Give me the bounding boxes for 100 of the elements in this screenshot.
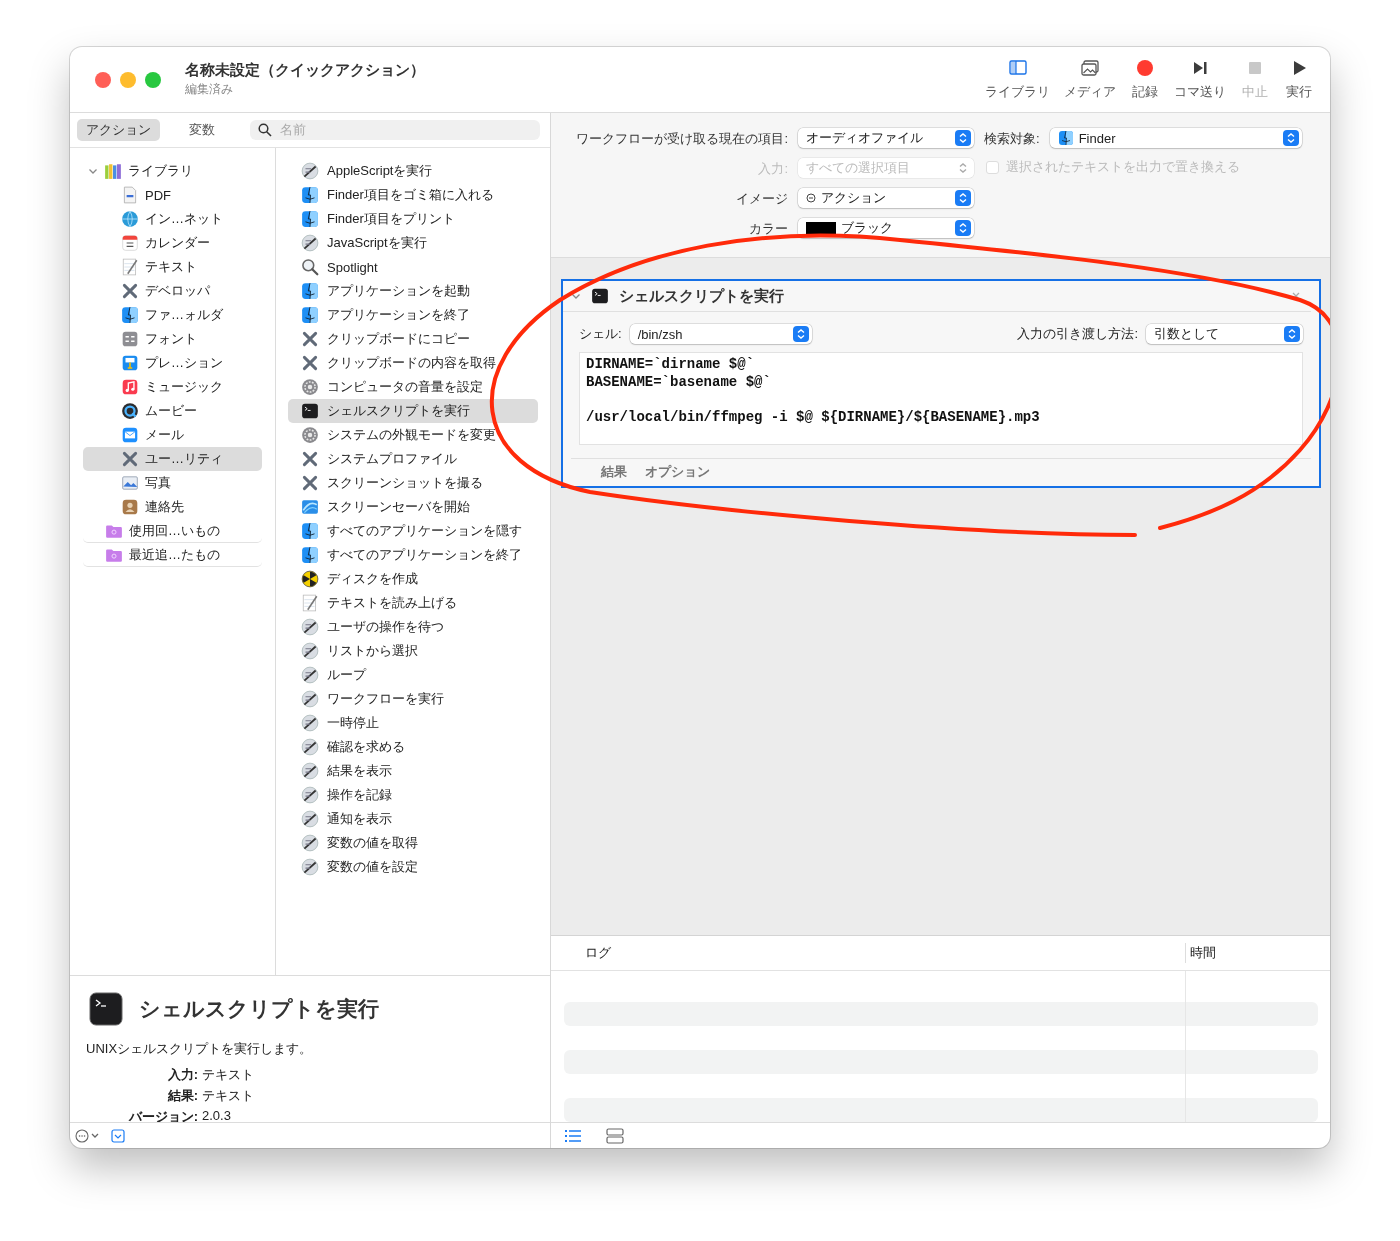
books-icon — [104, 162, 122, 180]
zoom-button[interactable] — [145, 71, 161, 88]
action-item[interactable]: 結果を表示 — [288, 759, 538, 783]
tab[interactable]: アクション — [77, 119, 160, 141]
dropdown[interactable]: /bin/zsh — [629, 324, 812, 344]
action-item[interactable]: Finder項目をゴミ箱に入れる — [288, 183, 538, 207]
library-item[interactable]: 最近追…たもの — [83, 543, 262, 567]
action-item[interactable]: アプリケーションを終了 — [288, 303, 538, 327]
sidebar-icon — [1007, 58, 1028, 78]
record-icon — [1135, 58, 1155, 78]
action-item[interactable]: クリップボードにコピー — [288, 327, 538, 351]
color-swatch — [806, 222, 836, 234]
library-item[interactable]: カレンダー — [83, 231, 262, 255]
split-view-icon[interactable] — [606, 1127, 624, 1144]
screensaver-icon — [301, 498, 319, 516]
finder-face-icon — [1057, 130, 1074, 146]
crossed-tools-icon — [301, 330, 319, 348]
chevrons-icon — [1284, 326, 1300, 342]
tab[interactable]: 変数 — [180, 119, 224, 141]
magnifier-icon — [301, 258, 319, 276]
library-item[interactable]: 写真 — [83, 471, 262, 495]
action-item[interactable]: 変数の値を取得 — [288, 831, 538, 855]
field-label: カラー — [748, 220, 788, 238]
toolbar-button[interactable]: 実行 — [1284, 58, 1314, 101]
dropdown[interactable]: Finder — [1049, 128, 1302, 148]
library-item[interactable]: ミュージック — [83, 375, 262, 399]
action-item[interactable]: コンピュータの音量を設定 — [288, 375, 538, 399]
checkbox-icon[interactable] — [111, 1128, 125, 1143]
toolbar-button[interactable]: コマ送り — [1174, 58, 1226, 101]
action-item[interactable]: すべてのアプリケーションを終了 — [288, 543, 538, 567]
library-item[interactable]: メール — [83, 423, 262, 447]
library-item[interactable]: ユー…リティ — [83, 447, 262, 471]
action-item[interactable]: システムプロファイル — [288, 447, 538, 471]
field-label: ワークフローが受け取る現在の項目: — [575, 130, 788, 148]
action-item[interactable]: スクリーンセーバを開始 — [288, 495, 538, 519]
action-item[interactable]: 一時停止 — [288, 711, 538, 735]
library-item[interactable]: フォント — [83, 327, 262, 351]
library-item[interactable]: 使用回…いもの — [83, 519, 262, 543]
action-item[interactable]: AppleScriptを実行 — [288, 159, 538, 183]
library-item[interactable]: ファ…ォルダ — [83, 303, 262, 327]
chevrons-icon — [792, 326, 809, 342]
action-item[interactable]: Spotlight — [288, 255, 538, 279]
search-icon — [258, 123, 272, 137]
tab[interactable]: オプション — [645, 463, 710, 481]
script-editor[interactable]: DIRNAME=`dirname $@` BASENAME=`basename $@` /usr/local/bin/ffmpeg -i $@ ${DIRNAME}/${BASENAME}.mp3 — [579, 352, 1303, 445]
calendar-icon — [121, 234, 139, 252]
toolbar-button[interactable]: 記録 — [1130, 58, 1160, 101]
action-item[interactable]: JavaScriptを実行 — [288, 231, 538, 255]
library-item[interactable]: デベロッパ — [83, 279, 262, 303]
library-item[interactable]: プレ…ション — [83, 351, 262, 375]
script-icon — [301, 714, 319, 732]
chevrons-icon — [955, 130, 971, 146]
script-icon — [301, 690, 319, 708]
library-item[interactable]: イン…ネット — [83, 207, 262, 231]
disclosure-chevron-icon — [88, 166, 98, 176]
dropdown[interactable]: 引数として — [1146, 324, 1303, 344]
window-title: 名称未設定（クイックアクション） — [185, 61, 426, 80]
action-item[interactable]: リストから選択 — [288, 639, 538, 663]
toolbar-button[interactable]: ライブラリ — [985, 58, 1050, 101]
script-icon — [301, 810, 319, 828]
action-item[interactable]: システムの外観モードを変更 — [288, 423, 538, 447]
list-view-icon[interactable] — [564, 1128, 582, 1143]
action-item[interactable]: クリップボードの内容を取得 — [288, 351, 538, 375]
terminal-icon — [89, 992, 123, 1026]
crossed-tools-icon — [301, 474, 319, 492]
terminal-icon — [591, 287, 609, 305]
dropdown[interactable]: オーディオファイル — [798, 128, 974, 148]
toolbar-button[interactable]: メディア — [1064, 58, 1116, 101]
library-item[interactable]: 連絡先 — [83, 495, 262, 519]
chevrons-icon — [955, 220, 971, 236]
action-item[interactable]: ワークフローを実行 — [288, 687, 538, 711]
action-item[interactable]: シェルスクリプトを実行 — [288, 399, 538, 423]
library-item[interactable]: テキスト — [83, 255, 262, 279]
finder-face-icon — [121, 306, 139, 324]
action-item[interactable]: アプリケーションを起動 — [288, 279, 538, 303]
action-item[interactable]: Finder項目をプリント — [288, 207, 538, 231]
action-item[interactable]: 通知を表示 — [288, 807, 538, 831]
dropdown[interactable]: ブラック — [798, 218, 974, 238]
action-item[interactable]: 操作を記録 — [288, 783, 538, 807]
close-button[interactable] — [95, 71, 111, 88]
action-item[interactable]: ディスクを作成 — [288, 567, 538, 591]
field-value: テキスト — [202, 1087, 255, 1105]
dropdown[interactable]: アクション — [798, 188, 974, 208]
library-item[interactable]: PDF — [83, 183, 262, 207]
library-item[interactable]: ムービー — [83, 399, 262, 423]
library-item[interactable]: ライブラリ — [83, 159, 262, 183]
chevrons-icon — [955, 190, 971, 206]
action-item[interactable]: テキストを読み上げる — [288, 591, 538, 615]
action-item[interactable]: 変数の値を設定 — [288, 855, 538, 879]
tab[interactable]: 結果 — [601, 463, 627, 481]
podium-icon — [121, 354, 139, 372]
more-menu-icon[interactable] — [75, 1128, 101, 1143]
action-item[interactable]: スクリーンショットを撮る — [288, 471, 538, 495]
action-item[interactable]: ユーザの操作を待つ — [288, 615, 538, 639]
photo-icon — [121, 474, 139, 492]
action-item[interactable]: ループ — [288, 663, 538, 687]
action-item[interactable]: 確認を求める — [288, 735, 538, 759]
action-item[interactable]: すべてのアプリケーションを隠す — [288, 519, 538, 543]
finder-face-icon — [301, 546, 319, 564]
script-icon — [301, 834, 319, 852]
